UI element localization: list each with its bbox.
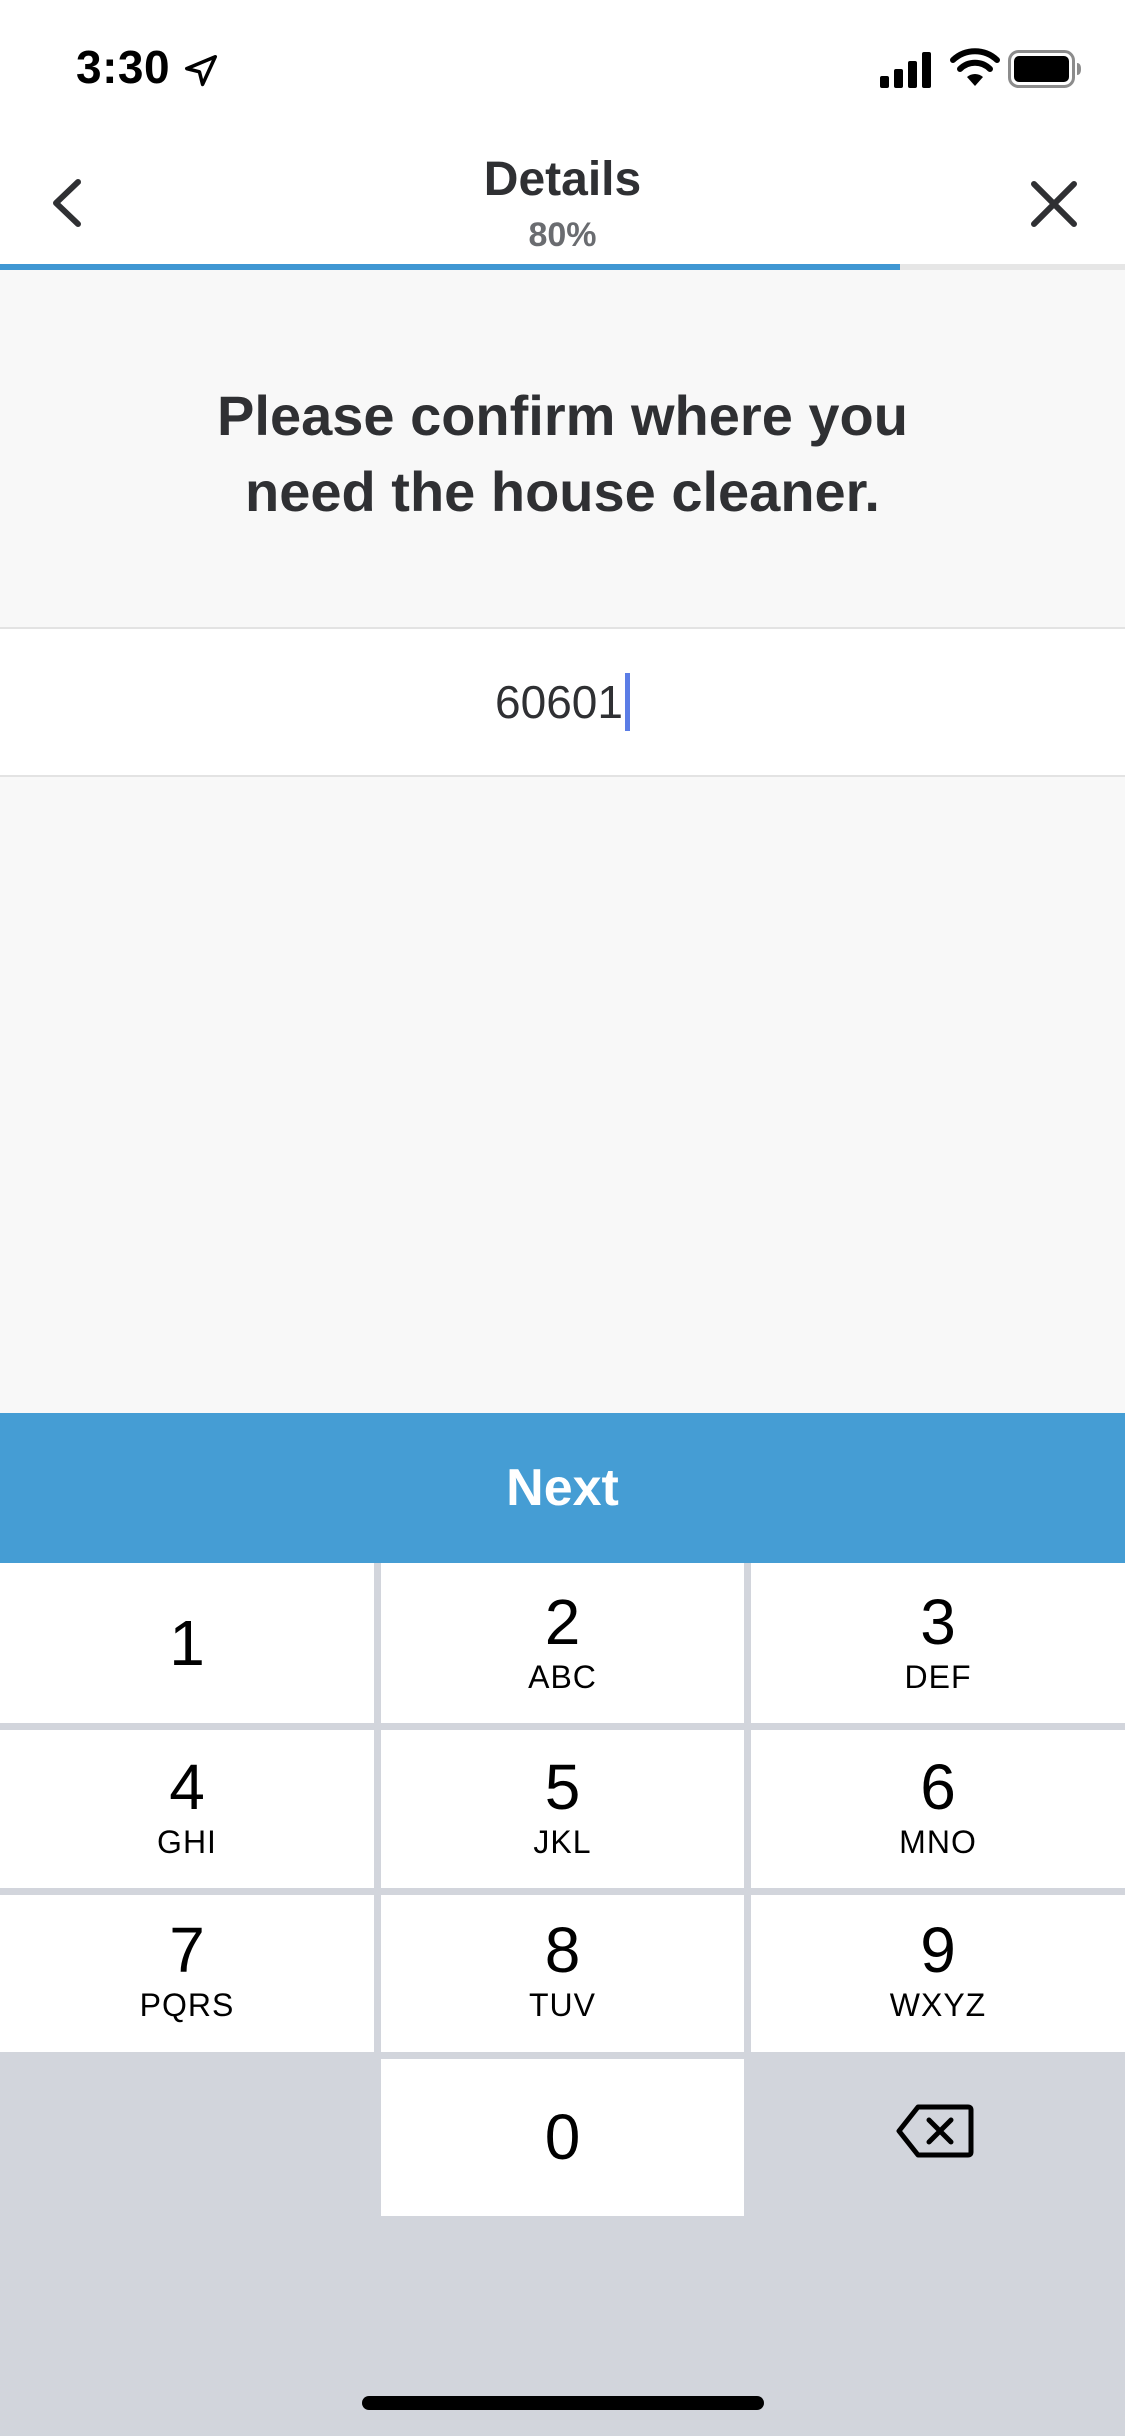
cellular-signal-icon bbox=[880, 52, 931, 88]
progress-bar bbox=[0, 264, 1125, 270]
header: Details 80% bbox=[0, 132, 1125, 270]
backspace-icon[interactable] bbox=[896, 2103, 974, 2159]
key-8-letters: TUV bbox=[529, 1987, 596, 2023]
key-3-digit: 3 bbox=[920, 1586, 956, 1658]
question-line-2: need the house cleaner. bbox=[245, 460, 880, 523]
status-time: 3:30 bbox=[76, 41, 171, 93]
close-icon[interactable] bbox=[1022, 172, 1086, 236]
key-6[interactable]: 6 MNO bbox=[751, 1730, 1125, 1888]
key-4-letters: GHI bbox=[157, 1824, 217, 1860]
key-2[interactable]: 2 ABC bbox=[381, 1563, 744, 1723]
key-9-digit: 9 bbox=[920, 1914, 956, 1986]
key-3[interactable]: 3 DEF bbox=[751, 1563, 1125, 1723]
key-7-letters: PQRS bbox=[139, 1987, 235, 2023]
key-2-digit: 2 bbox=[544, 1586, 581, 1658]
key-1[interactable]: 1 bbox=[0, 1563, 374, 1723]
battery-icon bbox=[1008, 50, 1081, 88]
key-4-digit: 4 bbox=[169, 1751, 205, 1823]
key-8[interactable]: 8 TUV bbox=[381, 1895, 744, 2052]
wifi-icon bbox=[950, 48, 1000, 86]
question-text: Please confirm where you need the house … bbox=[60, 378, 1065, 530]
key-1-digit: 1 bbox=[169, 1607, 205, 1679]
status-bar: 3:30 bbox=[0, 0, 1125, 132]
zip-code-value: 60601 bbox=[495, 676, 623, 728]
key-9[interactable]: 9 WXYZ bbox=[751, 1895, 1125, 2052]
key-5-digit: 5 bbox=[544, 1751, 581, 1823]
zip-input-row: 60601 bbox=[0, 627, 1125, 777]
key-5[interactable]: 5 JKL bbox=[381, 1730, 744, 1888]
key-9-letters: WXYZ bbox=[889, 1987, 987, 2023]
key-2-letters: ABC bbox=[528, 1659, 597, 1695]
question-line-1: Please confirm where you bbox=[217, 384, 908, 447]
progress-percent: 80% bbox=[528, 216, 597, 254]
key-3-letters: DEF bbox=[904, 1659, 972, 1695]
page-title: Details bbox=[483, 153, 642, 206]
key-4[interactable]: 4 GHI bbox=[0, 1730, 374, 1888]
numeric-keyboard: 1 2 ABC 3 DEF 4 GHI 5 JKL 6 MNO 7 PQRS 8… bbox=[0, 1563, 1125, 2436]
key-5-letters: JKL bbox=[533, 1824, 592, 1860]
key-8-digit: 8 bbox=[544, 1914, 581, 1986]
progress-bar-fill bbox=[0, 264, 900, 270]
key-6-letters: MNO bbox=[899, 1824, 977, 1860]
key-0-digit: 0 bbox=[544, 2101, 581, 2173]
home-indicator bbox=[362, 2396, 764, 2410]
key-7[interactable]: 7 PQRS bbox=[0, 1895, 374, 2052]
next-button[interactable]: Next bbox=[0, 1413, 1125, 1563]
key-0[interactable]: 0 bbox=[381, 2059, 744, 2216]
text-caret bbox=[624, 672, 630, 731]
location-arrow-icon bbox=[185, 55, 217, 87]
zip-code-input[interactable]: 60601 bbox=[0, 629, 1125, 775]
key-6-digit: 6 bbox=[920, 1751, 956, 1823]
key-7-digit: 7 bbox=[169, 1914, 205, 1986]
